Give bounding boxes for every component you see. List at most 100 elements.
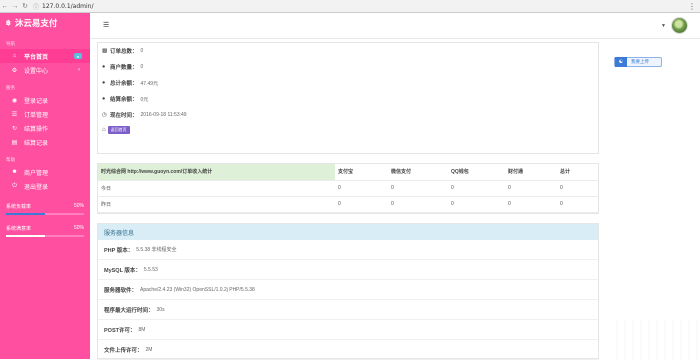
address-bar[interactable]: ⓘ 127.0.0.1/admin/ — [33, 1, 684, 11]
table-header: 财付通 — [505, 164, 557, 181]
table-row: 昨日 0 0 0 0 0 — [98, 196, 598, 213]
stat-label: 结算余额： — [110, 97, 138, 103]
server-row: 程序最大运行时间： 30s — [98, 300, 598, 320]
server-row: MySQL 版本： 5.5.53 — [98, 260, 598, 280]
sidebar-item-settings[interactable]: ⚙ 设置中心 › — [0, 63, 90, 77]
browser-toolbar: ← → ↻ ⓘ 127.0.0.1/admin/ ⋮ — [0, 0, 700, 13]
info-label: 程序最大运行时间： — [104, 307, 154, 314]
sidebar-item-label: 设置中心 — [24, 68, 49, 75]
nav-section-title: 导航 — [6, 41, 15, 46]
info-label: MySQL 版本： — [104, 267, 141, 274]
browser-menu-icon[interactable]: ⋮ — [684, 2, 700, 11]
camera-icon: ◉ — [11, 97, 18, 104]
meter-label: 系统负载率 — [6, 204, 32, 210]
info-icon[interactable]: ⓘ — [33, 2, 39, 11]
scroll-area — [610, 319, 700, 359]
home-icon: ⌂ — [102, 127, 106, 133]
info-label: 文件上传许可： — [104, 347, 143, 354]
sidebar-item-label: 订单管理 — [24, 112, 49, 119]
sidebar-item-home[interactable]: ⌂ 平台首页 ● — [0, 49, 90, 63]
server-info-panel: 服务器信息 PHP 版本： 5.5.38 非线程安全 MySQL 版本： 5.5… — [97, 223, 599, 360]
help-section-title: 帮助 — [6, 157, 15, 162]
stat-label: 商户数量： — [110, 65, 138, 71]
table-cell: 0 — [388, 180, 448, 197]
sidebar-item-merchants[interactable]: ☻ 商户管理 — [0, 165, 90, 179]
sidebar-item-label: 平台首页 — [24, 54, 49, 61]
chart-icon: ▤ — [11, 139, 18, 146]
stat-value: 47.49元 — [140, 80, 159, 87]
upload-button[interactable]: ☯ 我要上传 — [614, 57, 662, 67]
stat-balance: ● 总计余额： 47.49元 — [98, 75, 598, 91]
sidebar-item-label: 结算记录 — [24, 140, 49, 147]
info-label: PHP 版本： — [104, 247, 134, 254]
reload-icon[interactable]: ↻ — [20, 1, 30, 11]
bar-chart-icon: ▩ — [102, 48, 108, 54]
caret-down-icon: ▼ — [661, 22, 666, 29]
clock-icon: ◷ — [102, 112, 107, 118]
forward-arrow-icon[interactable]: → — [10, 1, 20, 11]
sidebar-item-label: 结算操作 — [24, 126, 49, 133]
table-cell: 0 — [448, 196, 505, 213]
overview-panel: ▩ 订单总数： 0 ● 商户数量： 0 ● 总计余额： 47.49元 ● 结算余… — [97, 42, 599, 154]
main-content: ▩ 订单总数： 0 ● 商户数量： 0 ● 总计余额： 47.49元 ● 结算余… — [90, 39, 700, 360]
sidebar-item-settlement[interactable]: ↻ 结算操作 — [0, 121, 90, 135]
home-icon: ⌂ — [12, 53, 17, 59]
stat-time: ◷ 现在时间： 2016-09-18 11:53:49 — [98, 107, 598, 123]
stat-merchants: ● 商户数量： 0 — [98, 59, 598, 75]
info-label: 服务器软件： — [104, 287, 138, 294]
avatar[interactable] — [671, 17, 688, 34]
meter-track — [6, 235, 84, 237]
income-panel: 时光综合网 http://www.guoyn.com/订单收入统计 支付宝 微信… — [97, 163, 599, 214]
power-icon: ⏻ — [12, 182, 17, 189]
bitcoin-icon: ฿ — [6, 20, 11, 27]
sidebar-item-login-log[interactable]: ◉ 登录记录 — [0, 93, 90, 107]
service-section-title: 服务 — [6, 85, 15, 90]
meter-fill — [6, 213, 45, 215]
stat-settled: ● 结算余额： 0元 — [98, 91, 598, 107]
sidebar-item-logout[interactable]: ⏻ 退出登录 — [0, 179, 90, 193]
back-home-button[interactable]: 返回首页 — [107, 126, 130, 134]
user-menu[interactable]: ▼ — [661, 17, 688, 34]
info-label: POST许可： — [104, 327, 136, 334]
back-arrow-icon[interactable]: ← — [0, 1, 10, 11]
table-cell: 0 — [505, 196, 557, 213]
upload-button-label: 我要上传 — [631, 59, 649, 64]
info-value: 5.5.53 — [143, 266, 158, 273]
brand[interactable]: ฿ 沐云易支付 — [0, 13, 90, 33]
income-table: 时光综合网 http://www.guoyn.com/订单收入统计 支付宝 微信… — [98, 164, 598, 213]
sidebar: ฿ 沐云易支付 导航 ⌂ 平台首页 ● ⚙ 设置中心 › 服务 ◉ 登录记录 ☰… — [0, 13, 90, 359]
meter-value: 50% — [73, 203, 84, 209]
chevron-right-icon: › — [78, 67, 80, 73]
table-header: 支付宝 — [335, 164, 388, 181]
server-row: POST许可： 8M — [98, 320, 598, 340]
gear-icon: ⚙ — [11, 67, 18, 74]
table-cell: 0 — [557, 180, 598, 197]
table-header: QQ钱包 — [448, 164, 505, 181]
table-cell: 0 — [388, 196, 448, 213]
table-header-row: 时光综合网 http://www.guoyn.com/订单收入统计 支付宝 微信… — [98, 164, 598, 181]
stat-value: 0 — [140, 48, 144, 54]
stat-value: 0 — [140, 64, 144, 70]
table-header: 总计 — [557, 164, 598, 181]
url-text[interactable]: 127.0.0.1/admin/ — [42, 3, 93, 10]
stat-value: 2016-09-18 11:53:49 — [140, 112, 187, 118]
sidebar-item-orders[interactable]: ☰ 订单管理 — [0, 107, 90, 121]
sidebar-item-settlement-log[interactable]: ▤ 结算记录 — [0, 135, 90, 149]
menu-toggle-icon[interactable]: ☰ — [103, 21, 109, 29]
stat-label: 现在时间： — [110, 113, 138, 119]
table-cell: 0 — [448, 180, 505, 197]
people-icon: ☯ — [615, 57, 627, 67]
status-badge: ● — [74, 53, 82, 59]
sidebar-item-label: 登录记录 — [24, 98, 49, 105]
stat-orders: ▩ 订单总数： 0 — [98, 43, 598, 59]
load-meter: 系统负载率 50% — [0, 203, 90, 215]
table-header: 时光综合网 http://www.guoyn.com/订单收入统计 — [98, 164, 335, 181]
table-cell: 0 — [335, 180, 388, 197]
stat-label: 订单总数： — [110, 49, 138, 55]
user-icon: ☻ — [11, 169, 18, 175]
top-bar: ☰ ▼ — [90, 13, 700, 39]
meter-fill — [6, 235, 45, 237]
panel-title: 服务器信息 — [98, 224, 598, 240]
sidebar-item-label: 商户管理 — [24, 170, 49, 177]
drop-icon: ● — [102, 64, 106, 70]
